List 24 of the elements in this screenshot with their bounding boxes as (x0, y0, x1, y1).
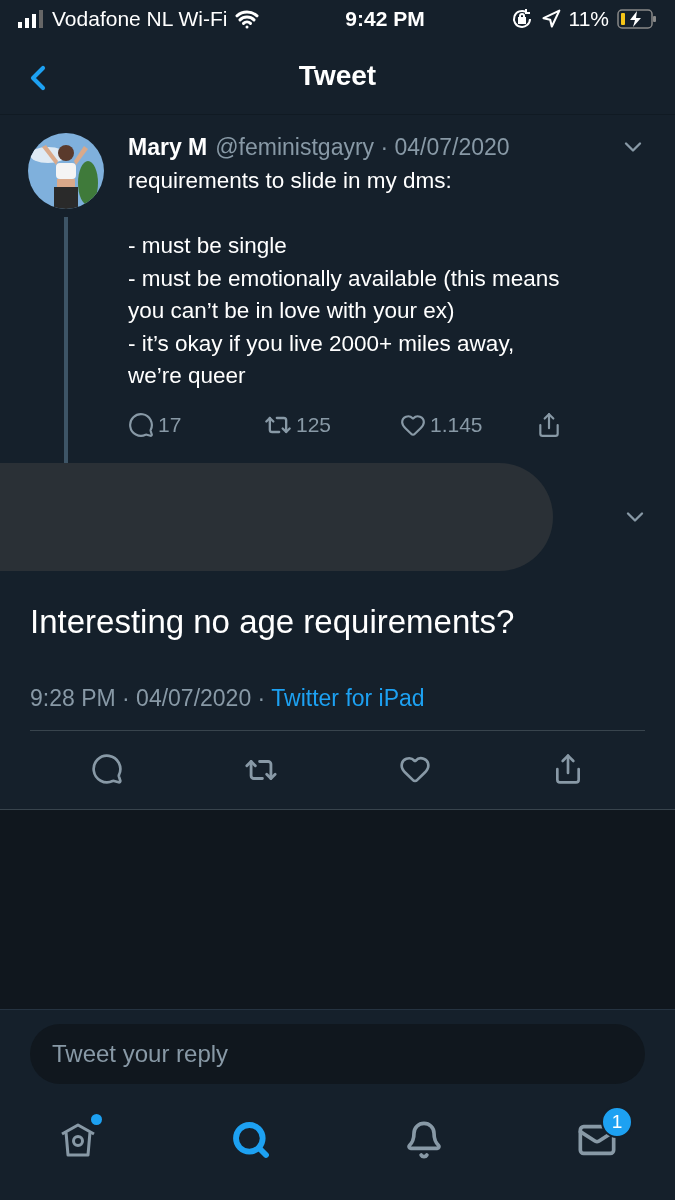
search-icon (231, 1120, 271, 1160)
author-name: Mary M (128, 133, 208, 161)
clock-time: 9:42 PM (345, 7, 425, 31)
bell-icon (404, 1120, 444, 1160)
like-count: 1.145 (430, 412, 483, 437)
battery-charging-icon (617, 9, 657, 29)
tweet-meta: @feministgayry · 04/07/2020 (215, 133, 510, 161)
tweet-text: Interesting no age requirements? (30, 603, 516, 641)
tweet-text: requirements to slide in my dms: - must be single - must be emotionally available (this means you can’t be in love with your ex) - it’s okay if you live 2000+ miles away, we’re queer (128, 167, 561, 390)
location-arrow-icon (540, 9, 561, 29)
reply-button[interactable] (90, 753, 123, 787)
reply-count: 17 (158, 412, 182, 437)
reply-field[interactable]: Tweet your reply (30, 1024, 645, 1084)
carrier-name: Vodafone NL Wi-Fi (52, 7, 228, 31)
signal-icon (18, 10, 44, 28)
retweet-count: 125 (296, 412, 332, 437)
rotation-lock-icon (510, 8, 533, 30)
battery-percent: 11% (568, 7, 609, 31)
unread-badge: 1 (601, 1106, 633, 1138)
page-title: Tweet (298, 60, 377, 92)
source-link[interactable]: Twitter for iPad (271, 685, 425, 712)
share-icon[interactable] (536, 411, 562, 438)
reply-icon[interactable] (128, 411, 154, 438)
tweet-timestamp: 9:28 PM · 04/07/2020 · (30, 685, 266, 712)
